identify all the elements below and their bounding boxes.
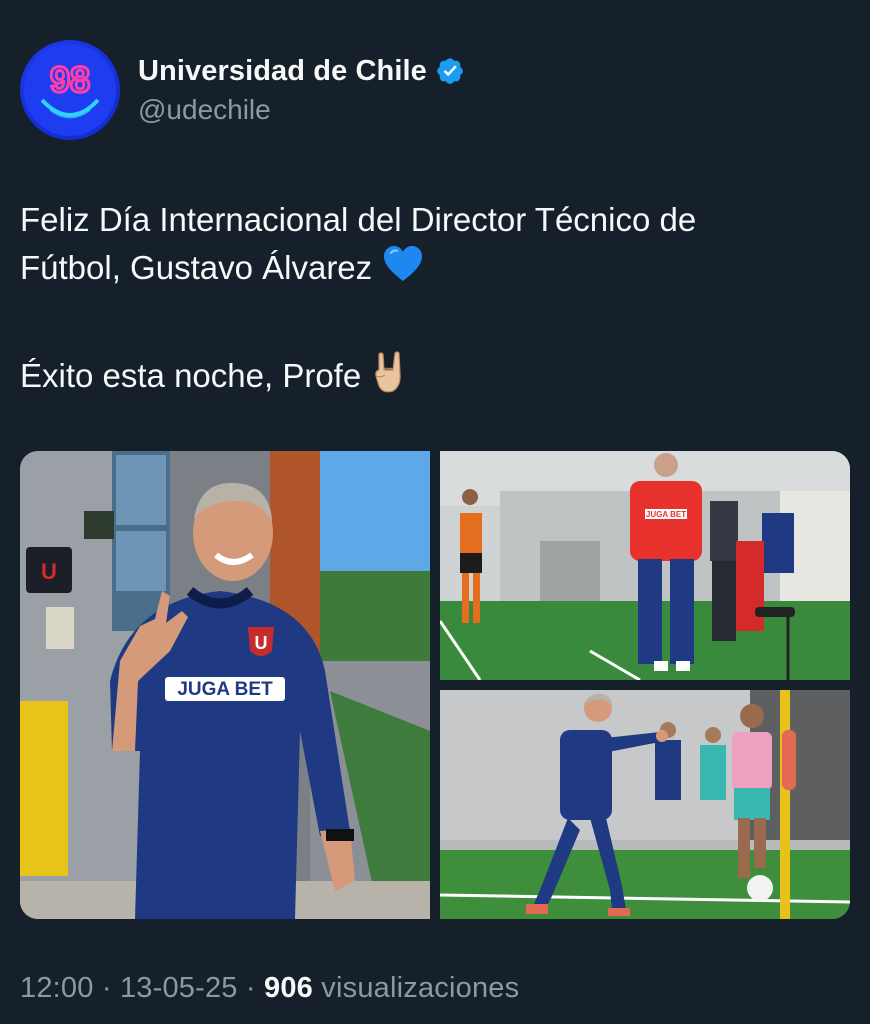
- separator-dot: ·: [237, 972, 265, 1004]
- blue-heart-icon: [382, 245, 424, 296]
- svg-text:U: U: [41, 559, 57, 584]
- tweet-text-line: Fútbol, Gustavo Álvarez: [20, 249, 373, 286]
- tweet-text-line-with-emoji: Éxito esta noche, Profe: [20, 350, 850, 407]
- views-count[interactable]: 906: [264, 972, 313, 1004]
- sign-of-horns-icon: [371, 350, 407, 407]
- tweet-text-line: Éxito esta noche, Profe: [20, 357, 362, 394]
- tweet-date[interactable]: 13-05-25: [120, 972, 238, 1004]
- photo-illustration: [440, 690, 850, 919]
- photo-illustration: JUGA BET: [440, 451, 850, 680]
- verified-badge-icon: [437, 58, 463, 84]
- coach-horns-gesture-photo[interactable]: U JUGA BET U: [20, 451, 430, 919]
- u98-logo-icon: 98: [24, 44, 116, 136]
- views-label: visualizaciones: [313, 972, 520, 1004]
- display-name-row: Universidad de Chile: [138, 55, 465, 88]
- coach-training-pitch-photo[interactable]: JUGA BET: [440, 451, 850, 680]
- account-names: Universidad de Chile @udechile: [138, 55, 465, 126]
- svg-text:98: 98: [50, 59, 90, 100]
- svg-text:JUGA BET: JUGA BET: [177, 679, 273, 700]
- avatar[interactable]: 98: [20, 40, 120, 140]
- tweet-meta: 12:00 · 13-05-25 · 906 visualizaciones: [20, 972, 519, 1005]
- tweet-header: 98 Universidad de Chile @udechile: [20, 40, 465, 140]
- media-grid: U JUGA BET U JUGA BET: [20, 451, 850, 919]
- account-handle[interactable]: @udechile: [138, 94, 465, 126]
- coach-pointing-photo[interactable]: [440, 690, 850, 919]
- display-name[interactable]: Universidad de Chile: [138, 55, 427, 88]
- tweet-text: Feliz Día Internacional del Director Téc…: [20, 196, 850, 407]
- photo-illustration: U JUGA BET U: [20, 451, 430, 919]
- tweet-time[interactable]: 12:00: [20, 972, 94, 1004]
- tweet: 98 Universidad de Chile @udechile Feliz …: [0, 0, 870, 1024]
- separator-dot: ·: [93, 972, 120, 1004]
- tweet-text-line-with-emoji: Fútbol, Gustavo Álvarez: [20, 244, 850, 296]
- svg-text:U: U: [255, 633, 268, 653]
- svg-text:JUGA BET: JUGA BET: [646, 510, 686, 519]
- tweet-text-line: Feliz Día Internacional del Director Téc…: [20, 201, 697, 238]
